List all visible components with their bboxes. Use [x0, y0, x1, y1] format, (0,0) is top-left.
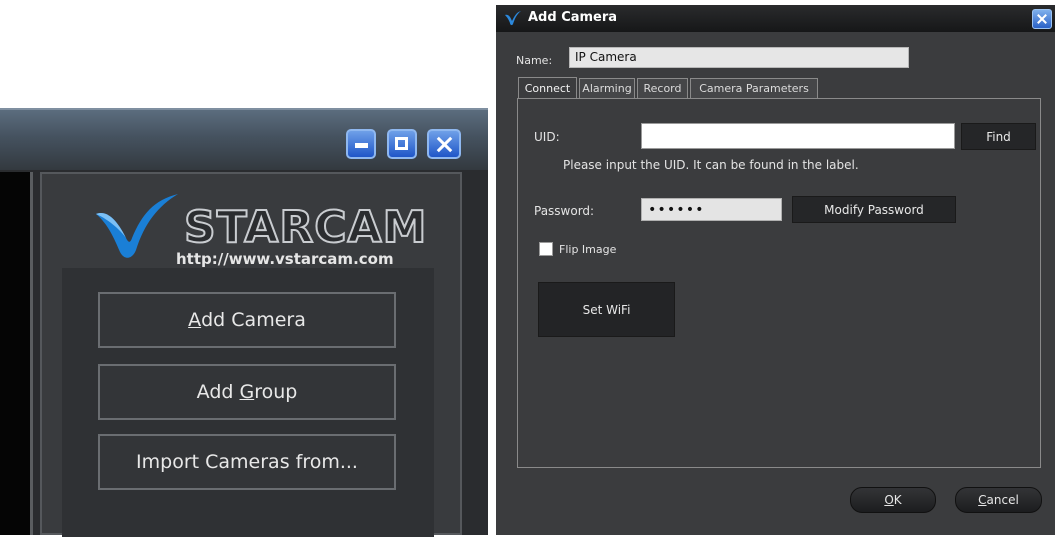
dialog-titlebar[interactable]: Add Camera [496, 5, 1055, 32]
close-icon[interactable] [427, 129, 461, 159]
logo-v-swoosh-icon [96, 194, 178, 258]
add-camera-button[interactable]: Add Camera [98, 292, 396, 348]
import-cameras-button[interactable]: Import Cameras from... [98, 434, 396, 490]
tab-alarming[interactable]: Alarming [579, 78, 635, 98]
ok-button[interactable]: OK [850, 487, 936, 513]
cancel-button[interactable]: Cancel [955, 487, 1042, 513]
tab-connect[interactable]: Connect [518, 77, 577, 99]
add-camera-dialog: Add Camera Name: IP Camera Connect Alarm… [496, 5, 1055, 535]
action-button-group: Add Camera Add Group Import Cameras from… [62, 268, 434, 537]
password-label: Password: [534, 204, 595, 218]
main-window: STARCAM http://www.vstarcam.com Add Came… [0, 108, 488, 537]
modify-password-button[interactable]: Modify Password [792, 196, 956, 223]
video-view-pane [0, 172, 33, 535]
add-camera-mnemonic: A [188, 309, 202, 331]
add-camera-label: dd Camera [201, 309, 306, 331]
name-label: Name: [516, 54, 553, 67]
find-button[interactable]: Find [961, 123, 1036, 150]
password-input[interactable]: •••••• [641, 198, 782, 221]
uid-input[interactable] [641, 123, 955, 149]
uid-hint-text: Please input the UID. It can be found in… [563, 158, 859, 172]
logo-brand-text: STARCAM [183, 201, 428, 254]
ok-label: K [893, 493, 902, 507]
name-input[interactable]: IP Camera [569, 47, 909, 68]
cancel-label: ancel [986, 493, 1019, 507]
flip-image-label: Flip Image [559, 243, 617, 256]
set-wifi-button[interactable]: Set WiFi [538, 282, 675, 337]
cancel-mnemonic: C [978, 493, 987, 507]
uid-label: UID: [534, 130, 560, 144]
logo-url-text: http://www.vstarcam.com [176, 250, 394, 268]
maximize-icon[interactable] [387, 129, 417, 159]
vstarcam-logo: STARCAM http://www.vstarcam.com [92, 192, 432, 272]
minimize-icon[interactable] [346, 129, 376, 159]
main-window-titlebar[interactable] [0, 108, 488, 170]
flip-image-checkbox[interactable] [539, 242, 553, 256]
vstarcam-app-icon [505, 11, 521, 26]
side-panel: STARCAM http://www.vstarcam.com Add Came… [40, 172, 462, 537]
add-group-label-end: roup [254, 381, 298, 403]
dialog-title: Add Camera [528, 10, 618, 25]
add-group-mnemonic: G [239, 381, 255, 403]
tab-record[interactable]: Record [637, 78, 688, 98]
add-group-button[interactable]: Add Group [98, 364, 396, 420]
add-group-label-start: Add [196, 381, 240, 403]
ok-mnemonic: O [884, 493, 894, 507]
tab-camera-parameters[interactable]: Camera Parameters [690, 78, 818, 98]
dialog-close-icon[interactable] [1032, 9, 1052, 29]
